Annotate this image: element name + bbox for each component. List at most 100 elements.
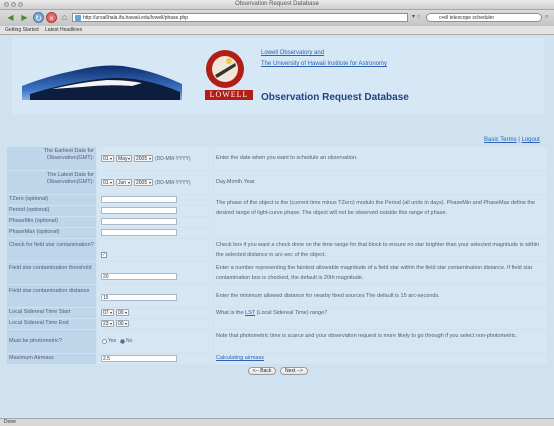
field-mag-input[interactable]: 20 (101, 273, 177, 280)
photometric-cell: Yes No (97, 330, 213, 353)
lst-link[interactable]: LST (245, 310, 255, 316)
reload-icon[interactable]: ↻ (33, 12, 44, 23)
ifa-link[interactable]: The University of Hawaii Institute for A… (261, 61, 387, 67)
field-mag-desc: Enter a number representing the faintest… (214, 262, 547, 284)
go-button-icon[interactable]: ▾ ○ (412, 13, 420, 20)
phasemax-label: PhaseMax (optional) (7, 228, 96, 238)
latest-date-label: The Latest Date for Observation(GMT): (7, 171, 96, 194)
latest-month-select[interactable]: Jun ▾ (116, 179, 132, 186)
site-favicon-icon (75, 15, 81, 21)
back-arrow-icon[interactable]: ◀ (5, 12, 16, 23)
basic-terms-link[interactable]: Basic Terms (484, 137, 517, 143)
next-button[interactable]: Next --> (280, 367, 308, 375)
lst-end-min-select[interactable]: 00 ▾ (116, 320, 129, 327)
airmass-calc-link[interactable]: Calculating airmass (216, 355, 264, 361)
phasemin-label: PhaseMin (optional) (7, 217, 96, 227)
lst-start-hour-value: 07 (103, 310, 109, 316)
field-dist-input[interactable]: 15 (101, 294, 177, 301)
latest-date-row: The Latest Date for Observation(GMT): 01… (7, 171, 547, 194)
chevron-down-icon: ▾ (109, 156, 112, 161)
field-mag-cell: 20 (97, 262, 213, 284)
chevron-down-icon: ▾ (127, 180, 130, 185)
stop-icon[interactable]: × (46, 12, 57, 23)
home-icon[interactable]: ⌂ (59, 12, 70, 23)
earliest-date-desc: Enter the date when you want to schedule… (214, 147, 547, 170)
logout-link[interactable]: Logout (521, 137, 539, 143)
latest-date-desc: Day.Month.Year (214, 171, 547, 194)
earliest-day-select[interactable]: 01 ▾ (101, 155, 114, 162)
earliest-month-value: May (118, 156, 128, 162)
link-separator: | (518, 137, 520, 143)
window-titlebar: Observation Request Database (0, 0, 554, 10)
back-button[interactable]: <-- Back (248, 367, 276, 375)
phase-group: TZero (optional) Period (optional) Phase… (7, 195, 547, 238)
field-mag-row: Field star contamination threshold 20 En… (7, 262, 547, 284)
lst-start-hour-select[interactable]: 07 ▾ (101, 309, 114, 316)
bookmarks-bar: Getting Started Latest Headlines (0, 26, 554, 35)
period-label: Period (optional) (7, 206, 96, 216)
field-dist-label: Field star contamination distance (7, 285, 96, 307)
lst-group: Local Sidereal Time Start Local Sidereal… (7, 308, 547, 329)
period-input[interactable] (101, 207, 177, 214)
earliest-day-value: 01 (103, 156, 109, 162)
earliest-date-controls: 01 ▾ May ▾ 2005 ▾ (DD-MM-YYYY) (97, 147, 213, 170)
field-dist-cell: 15 (97, 285, 213, 307)
airmass-label: Maximum Airmass (7, 354, 96, 364)
forward-arrow-icon[interactable]: ▶ (19, 12, 30, 23)
photometric-row: Must be photometric? Yes No Note that ph… (7, 330, 547, 353)
search-field-text: c•ell telescope scheduler (439, 15, 495, 21)
earliest-date-format: (DD-MM-YYYY) (155, 156, 191, 162)
photometric-label: Must be photometric? (7, 330, 96, 353)
latest-year-select[interactable]: 2005 ▾ (134, 179, 153, 186)
period-cell (97, 206, 213, 216)
latest-year-value: 2005 (136, 180, 148, 186)
latest-day-select[interactable]: 01 ▾ (101, 179, 114, 186)
lst-start-cell: 07 ▾ 00 ▾ (97, 308, 213, 318)
lst-start-min-value: 00 (118, 310, 124, 316)
airmass-input[interactable]: 2.5 (101, 355, 177, 362)
mountain-sky-image (22, 65, 182, 110)
lst-end-cell: 23 ▾ 00 ▾ (97, 319, 213, 329)
lst-end-hour-select[interactable]: 23 ▾ (101, 320, 114, 327)
latest-day-value: 01 (103, 180, 109, 186)
chevron-down-icon: ▾ (124, 310, 127, 315)
lowell-logo-text: LOWELL (205, 90, 253, 100)
chevron-down-icon: ▾ (148, 180, 151, 185)
bookmark-getting-started[interactable]: Getting Started (5, 27, 39, 33)
field-dist-row: Field star contamination distance 15 Ent… (7, 285, 547, 307)
search-icon[interactable]: ⌕ (545, 14, 548, 21)
earliest-month-select[interactable]: May ▾ (116, 155, 132, 162)
earliest-date-row: The Earliest Date for Observation(GMT): … (7, 147, 547, 170)
tzero-label: TZero (optional) (7, 195, 96, 205)
lowell-observatory-link[interactable]: Lowell Observatory and (261, 50, 324, 56)
tzero-input[interactable] (101, 196, 177, 203)
chevron-down-icon: ▾ (109, 180, 112, 185)
photometric-no-radio[interactable] (120, 339, 125, 344)
lst-start-min-select[interactable]: 00 ▾ (116, 309, 129, 316)
field-check-desc: Check box if you want a check done on th… (214, 239, 547, 261)
airmass-cell: 2.5 (97, 354, 213, 364)
earliest-year-select[interactable]: 2005 ▾ (134, 155, 153, 162)
chevron-down-icon: ▾ (124, 321, 127, 326)
phasemin-input[interactable] (101, 218, 177, 225)
chevron-down-icon: ▾ (109, 310, 112, 315)
bookmark-latest-headlines[interactable]: Latest Headlines (45, 27, 82, 33)
search-field[interactable]: c•ell telescope scheduler (426, 13, 542, 22)
address-bar-text: http://ursa6hala.ifa.hawaii.edu/lowell/p… (83, 15, 189, 21)
latest-month-value: Jun (118, 180, 127, 186)
field-check-label: Check for field star contamination? (7, 239, 96, 261)
phasemax-input[interactable] (101, 229, 177, 236)
header-banner: LOWELL Lowell Observatory and The Univer… (12, 38, 544, 114)
lst-desc-suffix: (Local Sidereal Time) range? (255, 310, 328, 316)
lst-end-hour-value: 23 (103, 321, 109, 327)
field-check-checkbox[interactable]: ✓ (101, 252, 107, 258)
address-bar[interactable]: http://ursa6hala.ifa.hawaii.edu/lowell/p… (72, 13, 408, 22)
airmass-desc: Calculating airmass (214, 354, 547, 364)
photometric-yes-radio[interactable] (102, 339, 107, 344)
chevron-down-icon: ▾ (148, 156, 151, 161)
photometric-desc: Note that photometric time is scarce and… (214, 330, 547, 353)
lowell-seal-logo (206, 50, 244, 88)
lst-start-label: Local Sidereal Time Start (7, 308, 96, 318)
phasemax-cell (97, 228, 213, 238)
lst-desc: What is the LST (Local Sidereal Time) ra… (214, 308, 547, 329)
